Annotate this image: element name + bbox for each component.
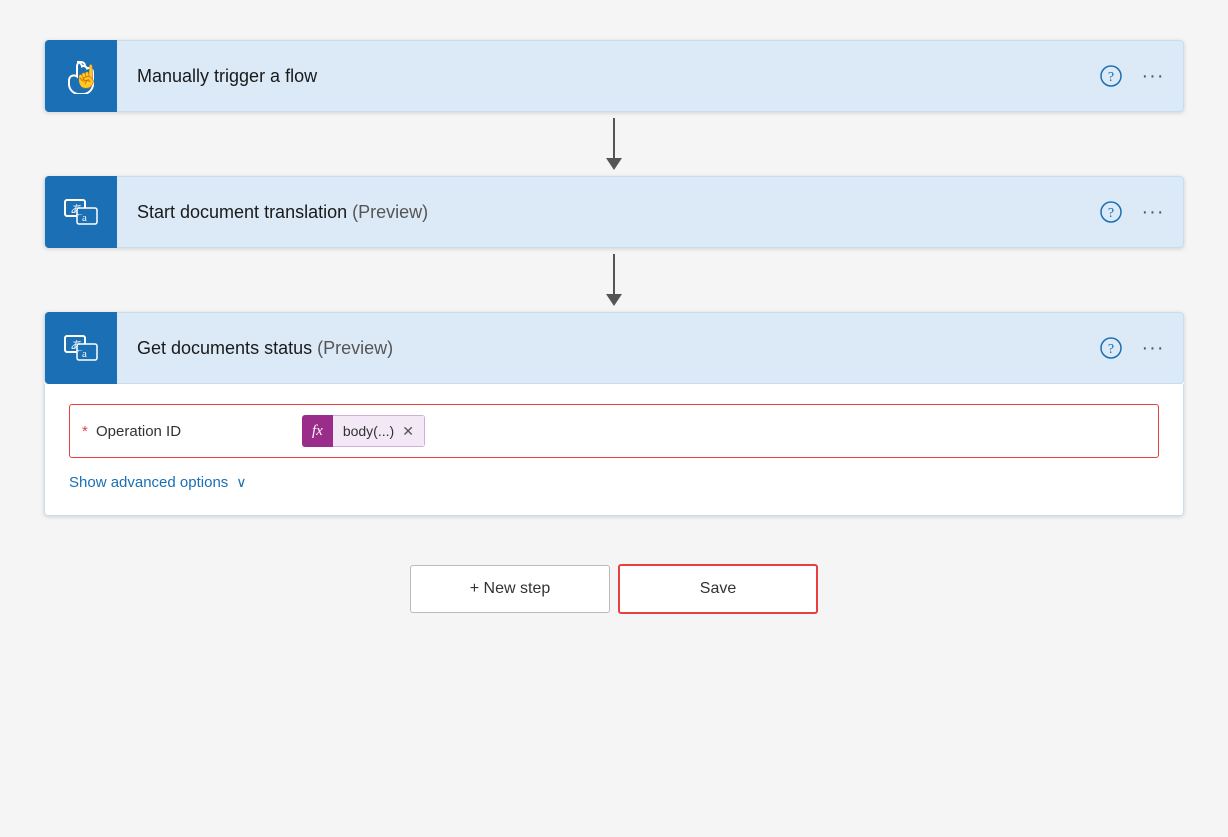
chevron-down-icon: ∨	[236, 474, 246, 491]
ellipsis-icon-2: ···	[1142, 201, 1165, 224]
svg-text:?: ?	[1108, 206, 1114, 221]
svg-text:?: ?	[1108, 70, 1114, 85]
ellipsis-icon-3: ···	[1142, 337, 1165, 360]
step-translation-header: あ → a ← Start document translation (Prev…	[44, 176, 1184, 248]
help-icon: ?	[1100, 65, 1122, 87]
step-translation: あ → a ← Start document translation (Prev…	[44, 176, 1184, 248]
translate-icon-1: あ → a ←	[63, 194, 99, 230]
step-translation-more-button[interactable]: ···	[1139, 198, 1167, 226]
translate-icon-2: あ → a ←	[63, 330, 99, 366]
show-advanced-button[interactable]: Show advanced options ∨	[69, 474, 247, 491]
step-status-body: * Operation ID fx body(...) ✕ Show advan…	[44, 384, 1184, 516]
operation-id-value-container: fx body(...) ✕	[302, 415, 1146, 447]
step-status-more-button[interactable]: ···	[1139, 334, 1167, 362]
step-trigger: ☝ Manually trigger a flow ? ···	[44, 40, 1184, 112]
svg-text:←: ←	[76, 345, 84, 354]
step-translation-icon-container: あ → a ←	[45, 176, 117, 248]
arrow-line-2	[613, 254, 615, 294]
expression-value: body(...)	[343, 423, 394, 439]
arrow-connector-1	[606, 112, 622, 176]
ellipsis-icon: ···	[1142, 65, 1165, 88]
svg-text:←: ←	[76, 209, 84, 218]
step-translation-actions: ? ···	[1097, 198, 1167, 226]
step-status-icon-container: あ → a ←	[45, 312, 117, 384]
arrow-line-1	[613, 118, 615, 158]
step-trigger-more-button[interactable]: ···	[1139, 62, 1167, 90]
flow-container: ☝ Manually trigger a flow ? ···	[44, 40, 1184, 614]
step-trigger-actions: ? ···	[1097, 62, 1167, 90]
step-trigger-header: ☝ Manually trigger a flow ? ···	[44, 40, 1184, 112]
expression-body: body(...) ✕	[333, 415, 425, 447]
new-step-button[interactable]: + New step	[410, 565, 610, 613]
step-trigger-icon-container: ☝	[45, 40, 117, 112]
step-status-actions: ? ···	[1097, 334, 1167, 362]
step-status: あ → a ← Get documents status (Preview) ?	[44, 312, 1184, 516]
expression-close-button[interactable]: ✕	[402, 423, 414, 440]
help-icon-2: ?	[1100, 201, 1122, 223]
bottom-actions: + New step Save	[410, 564, 818, 614]
step-status-help-button[interactable]: ?	[1097, 334, 1125, 362]
step-translation-help-button[interactable]: ?	[1097, 198, 1125, 226]
step-trigger-title: Manually trigger a flow	[117, 66, 1097, 87]
arrow-head-1	[606, 158, 622, 170]
operation-id-label: * Operation ID	[82, 423, 302, 440]
svg-text:?: ?	[1108, 342, 1114, 357]
expression-chip[interactable]: fx body(...) ✕	[302, 415, 425, 447]
step-status-title: Get documents status (Preview)	[117, 338, 1097, 359]
save-button[interactable]: Save	[618, 564, 818, 614]
help-icon-3: ?	[1100, 337, 1122, 359]
show-advanced-label: Show advanced options	[69, 474, 228, 491]
required-marker: *	[82, 423, 88, 440]
arrow-connector-2	[606, 248, 622, 312]
operation-id-label-text: Operation ID	[96, 423, 181, 440]
touch-icon: ☝	[63, 58, 99, 94]
svg-text:☝: ☝	[73, 63, 99, 90]
operation-id-field-row: * Operation ID fx body(...) ✕	[69, 404, 1159, 458]
step-translation-title: Start document translation (Preview)	[117, 202, 1097, 223]
step-trigger-help-button[interactable]: ?	[1097, 62, 1125, 90]
fx-icon: fx	[302, 415, 333, 447]
step-status-header: あ → a ← Get documents status (Preview) ?	[44, 312, 1184, 384]
arrow-head-2	[606, 294, 622, 306]
